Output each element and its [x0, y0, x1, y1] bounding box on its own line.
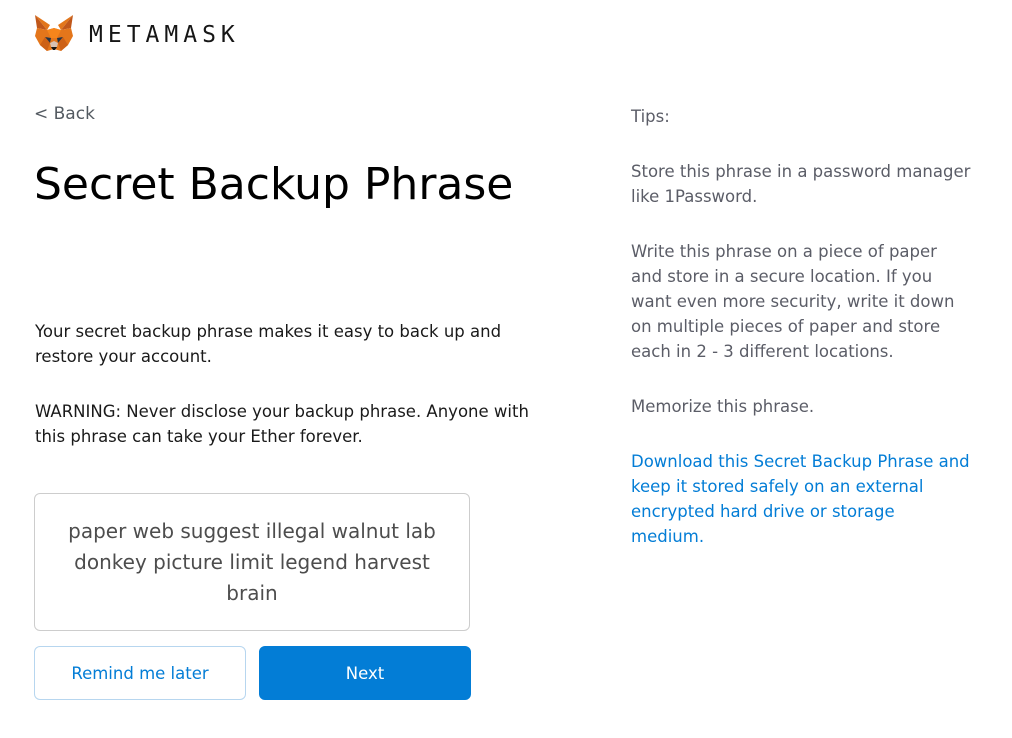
secret-phrase-text: paper web suggest illegal walnut lab don…: [68, 518, 436, 605]
tip-password-manager: Store this phrase in a password manager …: [631, 162, 971, 206]
next-button[interactable]: Next: [259, 646, 471, 700]
download-phrase-link[interactable]: Download this Secret Backup Phrase and k…: [631, 449, 971, 549]
metamask-backup-phrase-page: METAMASK < Back Secret Backup Phrase You…: [0, 0, 1012, 738]
description-text: Your secret backup phrase makes it easy …: [35, 322, 502, 366]
tips-title: Tips:: [631, 107, 670, 126]
header-logo: METAMASK: [33, 14, 240, 54]
metamask-fox-icon: [35, 15, 73, 51]
brand-wordmark: METAMASK: [89, 22, 240, 48]
tip-paper: Write this phrase on a piece of paper an…: [631, 242, 955, 361]
page-title: Secret Backup Phrase: [34, 159, 514, 210]
warning-text: WARNING: Never disclose your backup phra…: [35, 402, 529, 446]
tips-panel: Tips: Store this phrase in a password ma…: [631, 104, 971, 579]
remind-me-later-button[interactable]: Remind me later: [34, 646, 246, 700]
back-link[interactable]: < Back: [34, 104, 95, 124]
secret-phrase-box[interactable]: paper web suggest illegal walnut lab don…: [34, 493, 470, 631]
tip-memorize: Memorize this phrase.: [631, 397, 815, 416]
